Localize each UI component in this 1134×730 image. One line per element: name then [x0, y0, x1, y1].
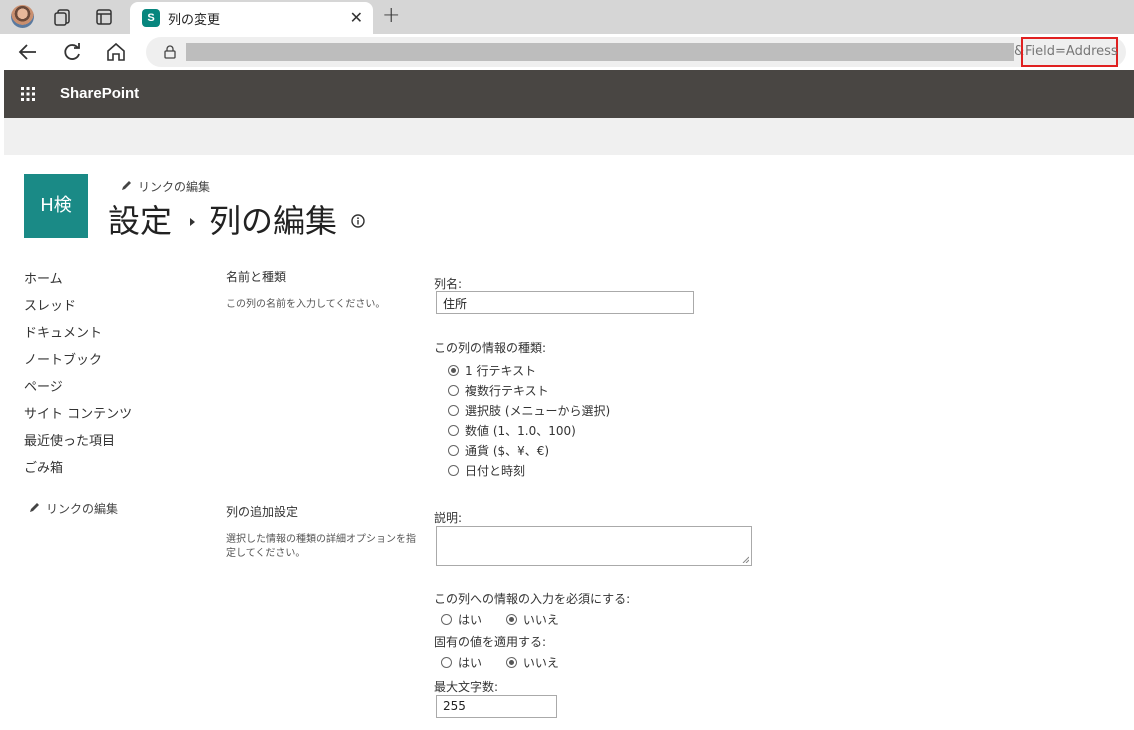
section-name-type-desc: この列の名前を入力してください。 [226, 299, 386, 310]
radio-button[interactable] [448, 445, 459, 456]
radio-button[interactable] [448, 425, 459, 436]
breadcrumb-settings[interactable]: 設定 [108, 202, 172, 240]
tab-title: 列の変更 [168, 13, 221, 28]
radio-button[interactable] [448, 365, 459, 376]
lock-icon[interactable] [164, 45, 176, 59]
column-type-option[interactable]: 複数行テキスト [448, 382, 549, 399]
leftnav-item[interactable]: サイト コンテンツ [24, 405, 132, 432]
command-band [4, 118, 1134, 155]
page-title: 設定 列の編集 [108, 196, 365, 242]
required-label: この列への情報の入力を必須にする: [434, 592, 631, 606]
leftnav-item[interactable]: スレッド [24, 297, 132, 324]
breadcrumb-current: 列の編集 [209, 202, 338, 240]
column-type-option-label: 数値 (1、1.0、100) [465, 424, 576, 438]
section-name-type-title: 名前と種類 [226, 270, 287, 284]
column-name-label: 列名: [434, 277, 463, 291]
home-icon[interactable] [104, 40, 128, 64]
column-type-option-label: 通貨 ($、¥、€) [465, 444, 550, 458]
app-launcher-icon[interactable] [21, 87, 35, 101]
description-label: 説明: [434, 511, 463, 525]
required-yes-radio[interactable]: はい [441, 613, 482, 627]
edit-links-left[interactable]: リンクの編集 [28, 500, 118, 517]
refresh-icon[interactable] [60, 40, 84, 64]
max-length-input[interactable]: 255 [436, 695, 557, 718]
browser-tab-strip: S 列の変更 ✕ + [0, 0, 1134, 34]
column-type-option-label: 1 行テキスト [465, 364, 537, 378]
resize-grip-icon[interactable] [742, 556, 749, 563]
pencil-icon [122, 181, 131, 190]
edit-links-top[interactable]: リンクの編集 [120, 178, 210, 195]
column-type-option[interactable]: 数値 (1、1.0、100) [448, 422, 576, 439]
unique-no-radio[interactable]: いいえ [505, 656, 559, 670]
unique-radio-group: はい いいえ [441, 654, 579, 671]
left-navigation: ホーム スレッド ドキュメント ノートブック ページ サイト コンテンツ 最近使った項目 ごみ… [24, 270, 132, 486]
column-name-input[interactable]: 住所 [436, 291, 694, 314]
section-additional-title: 列の追加設定 [226, 505, 299, 519]
radio-button[interactable] [448, 465, 459, 476]
required-no-radio[interactable]: いいえ [505, 613, 559, 627]
leftnav-item[interactable]: 最近使った項目 [24, 432, 132, 459]
column-type-option[interactable]: 日付と時刻 [448, 462, 525, 479]
sharepoint-title[interactable]: SharePoint [60, 85, 139, 102]
radio-button[interactable] [448, 405, 459, 416]
column-type-option-label: 選択肢 (メニューから選択) [465, 404, 611, 418]
leftnav-item[interactable]: ノートブック [24, 351, 132, 378]
back-icon[interactable] [16, 40, 40, 64]
unique-yes-radio[interactable]: はい [441, 656, 482, 670]
column-type-option[interactable]: 1 行テキスト [448, 362, 536, 379]
sharepoint-favicon-icon: S [142, 9, 160, 27]
leftnav-item[interactable]: ドキュメント [24, 324, 132, 351]
leftnav-item[interactable]: ホーム [24, 270, 132, 297]
column-type-option-label: 複数行テキスト [465, 384, 549, 398]
radio-button[interactable] [448, 385, 459, 396]
close-tab-icon[interactable]: ✕ [350, 8, 363, 27]
site-logo[interactable]: H検 [24, 174, 88, 238]
column-type-label: この列の情報の種類: [434, 341, 547, 355]
address-bar[interactable]: & Field=Address [146, 37, 1126, 67]
new-tab-icon[interactable]: + [382, 3, 400, 28]
column-type-option[interactable]: 通貨 ($、¥、€) [448, 442, 549, 459]
section-additional-desc: 選択した情報の種類の詳細オプションを指定してください。 [226, 534, 416, 559]
unique-label: 固有の値を適用する: [434, 635, 547, 649]
info-icon[interactable] [351, 214, 365, 228]
leftnav-item[interactable]: ページ [24, 378, 132, 405]
profile-avatar[interactable] [11, 5, 34, 28]
required-radio-group: はい いいえ [441, 611, 579, 628]
collections-icon[interactable] [53, 7, 73, 27]
column-type-option-label: 日付と時刻 [465, 464, 526, 478]
leftnav-item[interactable]: ごみ箱 [24, 459, 132, 486]
max-length-label: 最大文字数: [434, 680, 499, 694]
sharepoint-suite-bar: SharePoint [4, 70, 1134, 118]
url-redacted [186, 43, 1014, 61]
active-tab[interactable]: S 列の変更 ✕ [130, 2, 373, 34]
description-textarea[interactable] [436, 526, 752, 566]
pencil-icon [30, 503, 39, 512]
browser-toolbar: & Field=Address [0, 34, 1134, 70]
breadcrumb-arrow-icon [190, 218, 196, 226]
column-type-option[interactable]: 選択肢 (メニューから選択) [448, 402, 610, 419]
url-field-highlight: Field=Address [1021, 37, 1118, 67]
tab-actions-icon[interactable] [94, 7, 114, 27]
